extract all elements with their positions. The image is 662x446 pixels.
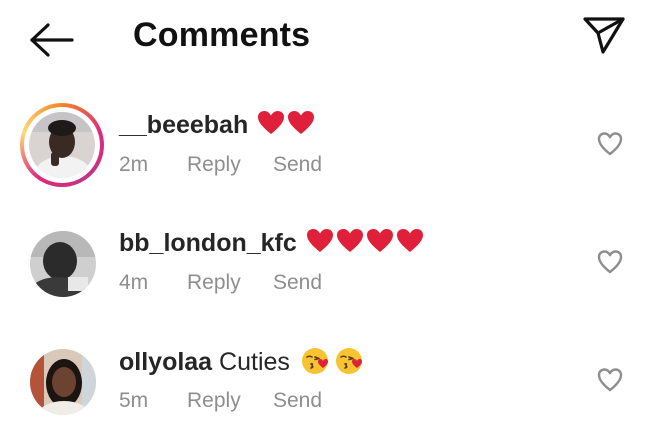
timestamp: 2m: [119, 153, 149, 176]
heart-outline-icon: [597, 368, 623, 392]
page-title: Comments: [133, 16, 311, 54]
red-heart-icon: [366, 229, 393, 252]
heart-outline-icon: [597, 132, 623, 156]
comment-text: Cuties: [219, 348, 290, 376]
share-button[interactable]: [580, 14, 628, 58]
red-heart-icon: [306, 229, 333, 252]
avatar: [30, 349, 96, 415]
username[interactable]: __beeebah: [119, 111, 248, 139]
comment-line: __beeebah: [119, 110, 315, 140]
avatar: [29, 112, 95, 178]
arrow-left-icon: [30, 23, 74, 57]
comment-meta: 2m Reply Send: [119, 153, 322, 177]
comment-meta: 5m Reply Send: [119, 389, 322, 413]
face-blowing-kiss-icon: [335, 348, 362, 374]
avatar-button[interactable]: [20, 221, 104, 305]
paper-plane-icon: [583, 17, 625, 54]
reply-button[interactable]: Reply: [187, 389, 273, 413]
red-heart-icon: [258, 111, 285, 134]
timestamp: 4m: [119, 271, 149, 294]
like-button[interactable]: [596, 131, 624, 157]
comment-emoji: [304, 229, 424, 257]
comment-emoji: [255, 111, 315, 139]
comment-item: __beeebah 2m Reply Send: [0, 100, 662, 210]
avatar: [30, 231, 96, 297]
comment-line: bb_london_kfc: [119, 228, 424, 258]
face-blowing-kiss-icon: [301, 348, 328, 374]
comment-emoji: [297, 348, 365, 376]
send-button[interactable]: Send: [273, 389, 322, 413]
username[interactable]: ollyolaa: [119, 348, 212, 376]
red-heart-icon: [396, 229, 423, 252]
username[interactable]: bb_london_kfc: [119, 229, 297, 257]
like-button[interactable]: [596, 367, 624, 393]
back-button[interactable]: [26, 20, 78, 60]
reply-button[interactable]: Reply: [187, 153, 273, 177]
like-button[interactable]: [596, 249, 624, 275]
comment-item: bb_london_kfc 4m Reply Send: [0, 218, 662, 328]
comment-meta: 4m Reply Send: [119, 271, 322, 295]
heart-outline-icon: [597, 250, 623, 274]
send-button[interactable]: Send: [273, 271, 322, 295]
header-bar: Comments: [0, 0, 662, 80]
send-button[interactable]: Send: [273, 153, 322, 177]
avatar-button[interactable]: [20, 339, 104, 423]
reply-button[interactable]: Reply: [187, 271, 273, 295]
red-heart-icon: [288, 111, 315, 134]
timestamp: 5m: [119, 389, 149, 412]
comment-line: ollyolaa Cuties: [119, 346, 365, 377]
red-heart-icon: [336, 229, 363, 252]
comment-item: ollyolaa Cuties 5m Reply Send: [0, 336, 662, 446]
avatar-story-ring[interactable]: [20, 103, 104, 187]
